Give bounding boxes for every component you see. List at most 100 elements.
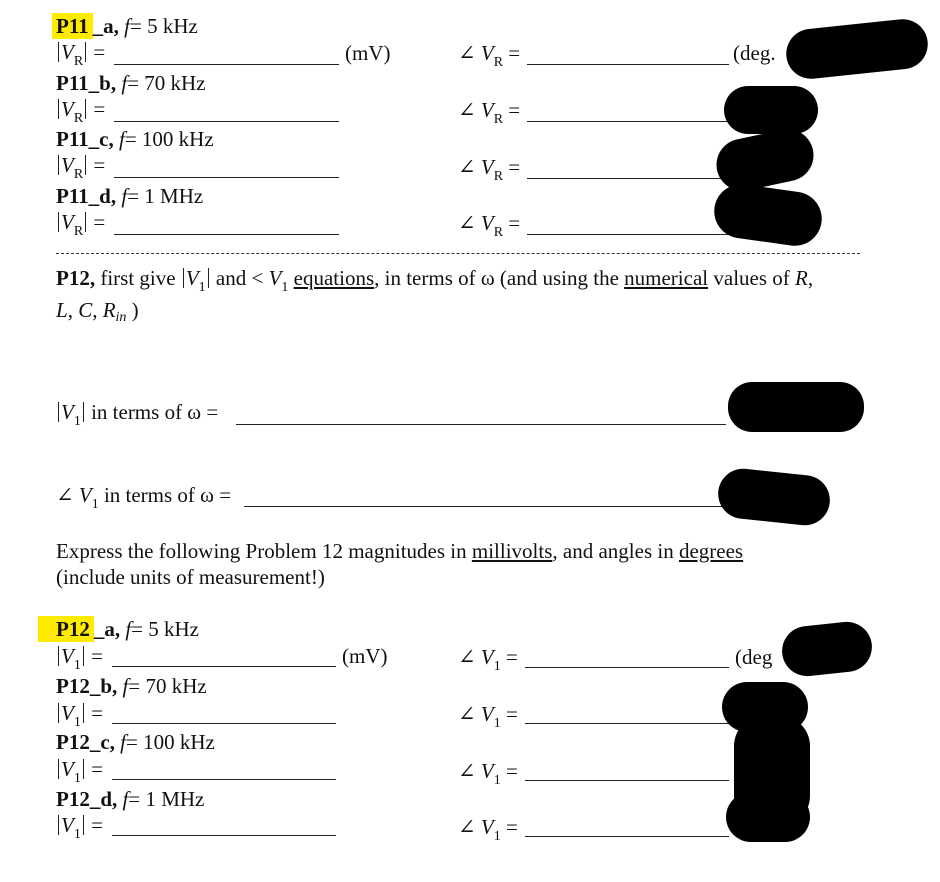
text: values of: [708, 266, 796, 290]
r-symbol: R: [795, 266, 808, 290]
p11d-angle-blank[interactable]: [527, 234, 729, 235]
p12d-angle-label: ∠ V1 =: [458, 815, 518, 844]
equals: =: [93, 40, 106, 64]
p12b-angle-blank[interactable]: [525, 723, 729, 724]
text: ,: [92, 298, 103, 322]
v-symbol: V: [61, 701, 74, 725]
p11c-heading: P11_c, f= 100 kHz: [56, 129, 214, 150]
p11b-magnitude-label: VR =: [56, 99, 105, 126]
equals: =: [508, 155, 521, 179]
text: , in terms of ω (and using the: [374, 266, 625, 290]
p11a-magnitude-label: VR =: [56, 40, 106, 69]
subscript: R: [493, 225, 504, 240]
part-suffix: a,: [103, 14, 119, 38]
subscript: R: [73, 224, 84, 239]
p12d-angle-blank[interactable]: [525, 836, 729, 837]
subscript: 1: [493, 773, 501, 788]
underlined-numerical: numerical: [624, 266, 709, 290]
part-id: P12: [56, 674, 90, 698]
p12c-magnitude-blank[interactable]: [112, 779, 336, 780]
text: in terms of ω =: [98, 483, 232, 507]
p12d-magnitude-blank[interactable]: [112, 835, 336, 836]
subscript: 1: [198, 280, 206, 295]
equals: =: [505, 702, 518, 726]
p12b-angle-label: ∠ V1 =: [458, 702, 518, 731]
angle-icon: ∠: [458, 645, 476, 669]
p11a-mag-unit: (mV): [345, 41, 391, 65]
p12a-magnitude-blank[interactable]: [112, 666, 336, 667]
p11a-angle-blank[interactable]: [527, 64, 729, 65]
p12c-magnitude-label: V1 =: [56, 759, 103, 786]
v-symbol: V: [61, 40, 74, 64]
equals: =: [505, 815, 518, 839]
p12d-heading: P12_d, f= 1 MHz: [56, 789, 204, 810]
part-suffix: _d,: [89, 787, 118, 811]
part-suffix: _c,: [89, 730, 115, 754]
subscript: 1: [281, 280, 289, 295]
subscript: R: [73, 54, 84, 69]
p11d-magnitude-blank[interactable]: [114, 234, 339, 235]
v-symbol: V: [61, 210, 74, 234]
p11c-magnitude-blank[interactable]: [114, 177, 339, 178]
v1-angle-eq-label: ∠ V1 in terms of ω =: [56, 483, 232, 512]
part-suffix: _a,: [93, 617, 121, 641]
angle-icon: ∠: [458, 815, 476, 839]
equals: =: [505, 759, 518, 783]
frequency: = 5 kHz: [131, 617, 200, 641]
redaction-mark: [726, 792, 810, 842]
p12a-mag-unit: (mV): [342, 644, 388, 668]
l-symbol: L: [56, 298, 68, 322]
redaction-mark: [711, 124, 819, 196]
redaction-mark: [710, 180, 826, 250]
equals: =: [505, 645, 518, 669]
section-divider: [56, 253, 860, 254]
v1-magnitude-eq-label: V1 in terms of ω =: [56, 400, 219, 429]
part-id: P12: [56, 730, 90, 754]
angle-icon: ∠: [56, 483, 74, 507]
v1-angle-eq-blank[interactable]: [244, 506, 726, 507]
p11b-angle-label: ∠ VR =: [458, 100, 520, 127]
p11d-heading: P11_d, f= 1 MHz: [56, 186, 203, 207]
p12a-magnitude-label: V1 =: [56, 646, 103, 673]
p12b-magnitude-blank[interactable]: [112, 723, 336, 724]
v-symbol: V: [480, 702, 494, 726]
c-symbol: C: [78, 298, 93, 322]
p12a-ang-unit: (deg: [735, 645, 773, 669]
p11b-magnitude-blank[interactable]: [114, 121, 339, 122]
v-symbol: V: [480, 645, 494, 669]
p11c-angle-blank[interactable]: [527, 178, 729, 179]
part-suffix: _c,: [88, 127, 114, 151]
v-symbol: V: [480, 759, 494, 783]
text: in terms of ω =: [91, 400, 219, 424]
v-symbol: V: [78, 483, 92, 507]
p11a-magnitude-blank[interactable]: [114, 64, 339, 65]
p11a-angle-label: ∠ VR =: [458, 41, 520, 70]
redaction-mark: [783, 16, 931, 82]
v-symbol: V: [61, 153, 74, 177]
p11-highlight-label: P11: [52, 13, 93, 39]
p11d-angle-label: ∠ VR =: [458, 211, 520, 240]
p12a-angle-blank[interactable]: [525, 667, 729, 668]
subscript: 1: [73, 715, 81, 730]
p11a-heading: P11 _a, f= 5 kHz: [52, 13, 198, 39]
v1-magnitude-eq-blank[interactable]: [236, 424, 726, 425]
part-suffix: _b,: [88, 71, 117, 95]
instructions-line2: (include units of measurement!): [56, 565, 325, 589]
p12b-magnitude-label: V1 =: [56, 701, 103, 730]
v-symbol: V: [480, 41, 494, 65]
part-id: P11: [56, 71, 89, 95]
subscript: 1: [493, 716, 501, 731]
angle-icon: ∠: [458, 41, 476, 65]
p11b-angle-blank[interactable]: [527, 121, 729, 122]
p12c-angle-blank[interactable]: [525, 780, 729, 781]
v-symbol: V: [480, 155, 494, 179]
subscript: 1: [493, 829, 501, 844]
frequency: = 70 kHz: [128, 674, 207, 698]
subscript: R: [493, 169, 504, 184]
p11d-magnitude-label: VR =: [56, 210, 105, 239]
subscript: 1: [73, 414, 81, 429]
p12-intro-line1: P12, first give V1 and < V1 equations, i…: [56, 266, 813, 295]
angle-icon: ∠: [458, 702, 476, 726]
subscript: R: [73, 111, 84, 126]
v-symbol: V: [480, 211, 494, 235]
